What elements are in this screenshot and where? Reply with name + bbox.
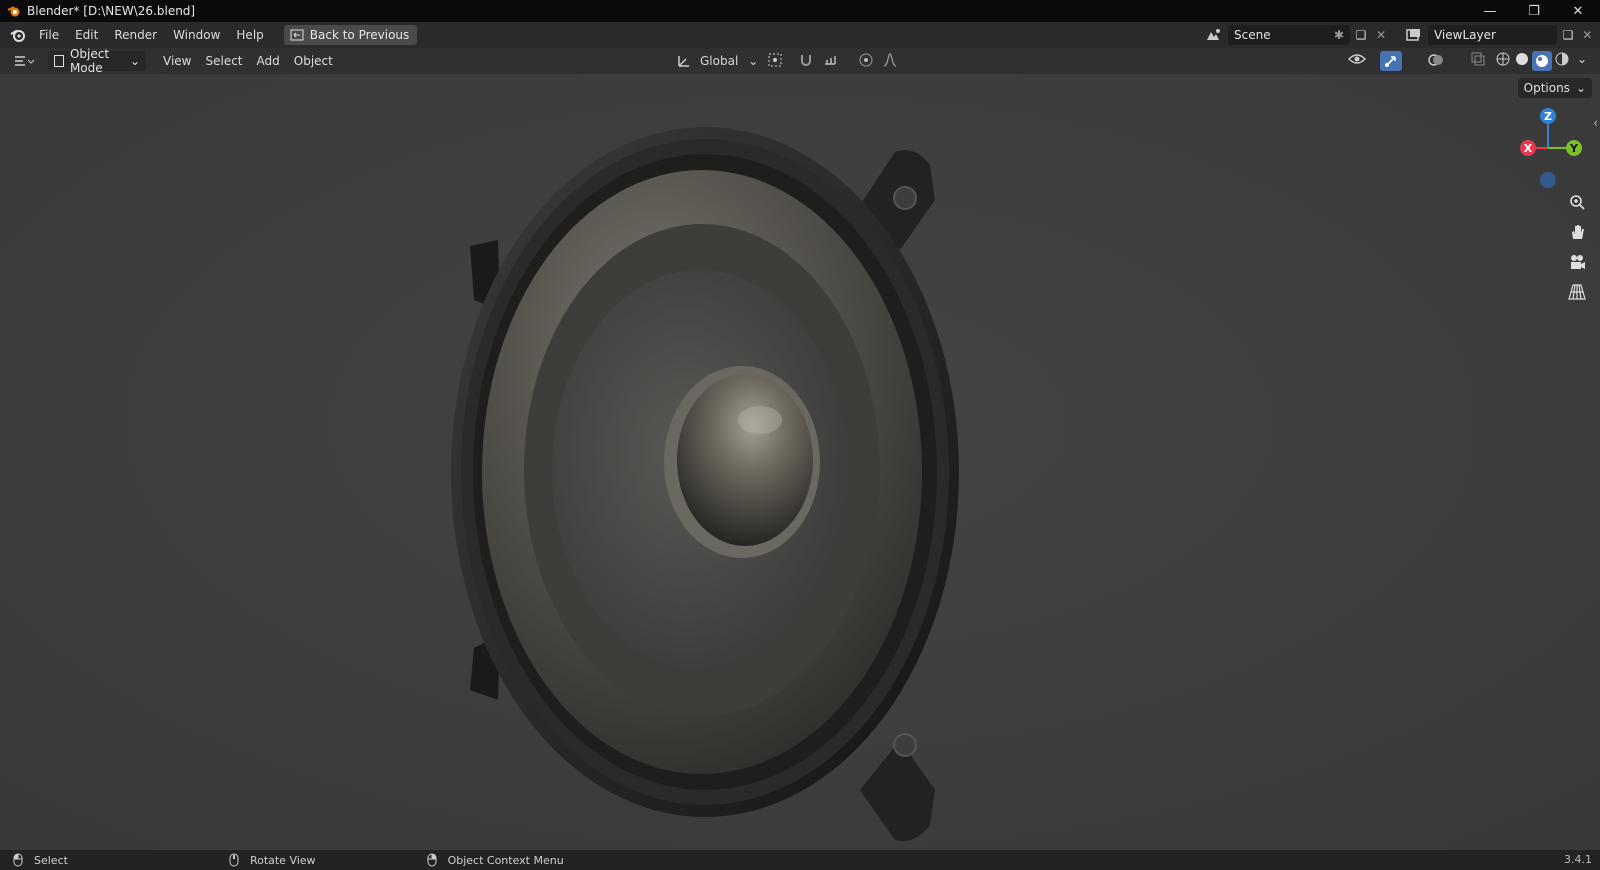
minimize-icon[interactable]: — (1468, 0, 1512, 22)
viewlayer-selector[interactable]: ViewLayer ❏ ✕ (1401, 25, 1596, 45)
falloff-icon[interactable] (878, 52, 902, 68)
pivot-point-icon[interactable] (762, 52, 788, 68)
options-dropdown[interactable]: Options ⌄ (1517, 78, 1592, 98)
menu-window[interactable]: Window (165, 24, 228, 46)
speaker-model[interactable] (0, 74, 1600, 850)
pan-hand-icon[interactable] (1564, 219, 1590, 245)
viewport-header: Object Mode ⌄ View Select Add Object Glo… (0, 47, 1600, 75)
blender-menu-icon[interactable] (5, 24, 31, 46)
mouse-right-icon (426, 853, 438, 867)
object-mode-icon (54, 55, 64, 67)
rendered-shading-icon[interactable] (1553, 52, 1571, 66)
options-label: Options (1523, 81, 1570, 95)
menu-add[interactable]: Add (250, 54, 287, 68)
viewlayer-name: ViewLayer (1433, 28, 1496, 42)
menu-help[interactable]: Help (228, 24, 271, 46)
pin-icon[interactable]: ✱ (1334, 28, 1344, 42)
proportional-edit-icon[interactable] (856, 52, 876, 68)
mouse-left-icon (12, 853, 24, 867)
zoom-icon[interactable] (1564, 189, 1590, 215)
gizmo-x-label: X (1524, 142, 1533, 155)
menu-render[interactable]: Render (106, 24, 165, 46)
gizmo-y-label: Y (1569, 142, 1579, 155)
top-menu-bar: File Edit Render Window Help Back to Pre… (0, 22, 1600, 48)
material-preview-icon[interactable] (1532, 51, 1552, 71)
version-label: 3.4.1 (1564, 853, 1592, 866)
delete-scene-icon[interactable]: ✕ (1372, 28, 1390, 42)
chevron-down-icon: ⌄ (1575, 81, 1586, 95)
editor-type-icon[interactable] (10, 54, 38, 68)
gizmo-z-label: Z (1544, 110, 1552, 123)
status-rotate-label: Rotate View (249, 853, 316, 867)
mode-label: Object Mode (69, 47, 110, 75)
perspective-grid-icon[interactable] (1564, 279, 1590, 305)
status-context-label: Object Context Menu (447, 853, 564, 867)
status-bar: Select Rotate View Object Context Menu 3… (0, 850, 1600, 870)
menu-view[interactable]: View (156, 54, 198, 68)
viewlayer-icon[interactable] (1401, 28, 1428, 42)
navigation-gizmo[interactable]: Z Y X (1508, 106, 1588, 192)
menu-file[interactable]: File (31, 24, 67, 46)
orientation-label: Global (700, 54, 739, 68)
3d-viewport[interactable]: Options ⌄ ‹ Z Y X (0, 74, 1600, 850)
xray-icon[interactable] (1468, 52, 1488, 66)
title-bar: Blender* [D:\NEW\26.blend] — ❐ ✕ (0, 0, 1600, 22)
menu-select[interactable]: Select (198, 54, 249, 68)
scene-name-field[interactable]: Scene ✱ (1228, 25, 1350, 45)
wireframe-shading-icon[interactable] (1494, 52, 1512, 66)
chevron-down-icon: ⌄ (748, 54, 759, 68)
transform-orientation-dropdown[interactable]: Global ⌄ (676, 51, 758, 71)
window-title: Blender* [D:\NEW\26.blend] (27, 4, 196, 18)
mouse-middle-icon (228, 853, 240, 867)
chevron-down-icon: ⌄ (129, 54, 140, 68)
back-to-previous-button[interactable]: Back to Previous (283, 25, 418, 45)
mode-dropdown[interactable]: Object Mode ⌄ (48, 47, 146, 75)
viewlayer-name-field[interactable]: ViewLayer (1427, 25, 1558, 45)
status-select-label: Select (34, 853, 68, 867)
blender-logo-icon (7, 6, 20, 17)
close-icon[interactable]: ✕ (1556, 0, 1600, 22)
scene-name: Scene (1234, 28, 1271, 42)
overlays-icon[interactable] (1424, 52, 1448, 68)
orientation-icon (678, 56, 689, 67)
shading-options-chevron-icon[interactable]: ⌄ (1574, 52, 1590, 66)
camera-icon[interactable] (1564, 249, 1590, 275)
scene-icon[interactable] (1200, 28, 1228, 42)
restore-icon[interactable]: ❐ (1512, 0, 1556, 22)
snap-target-icon[interactable] (818, 52, 846, 68)
sidebar-toggle-icon[interactable]: ‹ (1593, 116, 1598, 130)
snap-icon[interactable] (796, 52, 816, 68)
back-icon (290, 29, 304, 41)
gizmo-toggle-icon[interactable] (1380, 51, 1402, 71)
new-scene-icon[interactable]: ❏ (1350, 28, 1372, 42)
visibility-icon[interactable] (1342, 52, 1372, 66)
gizmo-neg-z-axis[interactable] (1540, 172, 1556, 188)
menu-edit[interactable]: Edit (67, 24, 106, 46)
back-to-previous-label: Back to Previous (309, 28, 410, 42)
menu-object[interactable]: Object (287, 54, 340, 68)
new-viewlayer-icon[interactable]: ❏ (1557, 28, 1578, 42)
scene-selector[interactable]: Scene ✱ ❏ ✕ (1200, 25, 1395, 45)
delete-viewlayer-icon[interactable]: ✕ (1579, 28, 1596, 42)
solid-shading-icon[interactable] (1513, 52, 1531, 66)
